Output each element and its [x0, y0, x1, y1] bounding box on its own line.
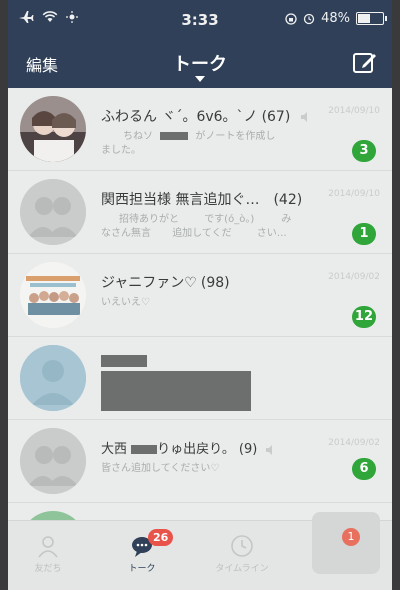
chat-name-text: 関西担当様 無言追加ぐ…	[101, 192, 260, 208]
unread-badge: 3	[352, 140, 376, 162]
member-count: (98)	[200, 275, 230, 291]
preview-text: です(ó_ò。)	[204, 214, 255, 225]
battery-percent: 48%	[321, 11, 350, 26]
default-group-avatar-icon	[20, 428, 86, 494]
chat-date: 2014/09/02	[328, 272, 380, 282]
member-count: (9)	[238, 442, 258, 457]
chat-name-text: りゅ出戻り。	[157, 442, 235, 457]
default-group-avatar-icon	[20, 179, 86, 245]
tab-talk[interactable]: トーク 26	[104, 529, 180, 574]
default-user-avatar-icon	[20, 345, 86, 411]
group-photo-avatar-icon	[20, 96, 86, 162]
group-photo-avatar-icon	[20, 262, 86, 328]
battery-icon	[356, 12, 387, 25]
avatar	[20, 428, 86, 494]
alarm-icon	[303, 13, 315, 24]
preview-text: み	[281, 214, 292, 225]
unread-badge: 12	[351, 306, 376, 328]
redacted-preview	[101, 371, 251, 411]
status-bar: 3:33 48%	[8, 0, 392, 40]
preview-text: 招待ありがと	[119, 214, 179, 225]
chat-row[interactable]: ふわるん ヾ´。6v6。`ノ (67) ちねソ がノートを作成し ました。 201…	[8, 88, 392, 171]
title-dropdown-caret-icon[interactable]	[195, 76, 205, 82]
preview-text: ました。	[101, 145, 141, 156]
chat-row[interactable]: ジャニファン♡ (98) いえいえ♡ 2014/09/02 12	[8, 254, 392, 337]
assistive-touch-button[interactable]: 1	[312, 512, 380, 574]
page-title[interactable]: トーク	[8, 50, 392, 76]
nav-bar: 編集 トーク	[8, 40, 392, 88]
avatar	[20, 345, 86, 411]
mute-icon	[266, 444, 273, 455]
chat-row[interactable]	[8, 337, 392, 420]
chat-date: 2014/09/10	[328, 106, 380, 116]
preview-text: さい…	[256, 228, 287, 239]
preview-text: 皆さん追加してください♡	[101, 463, 220, 474]
redacted-name	[101, 355, 147, 367]
chat-preview: いえいえ♡	[101, 296, 331, 310]
chat-preview: 招待ありがと です(ó_ò。) み なさん無言 追加してくだ さい…	[101, 213, 331, 241]
redacted-block	[160, 132, 189, 140]
mute-icon	[300, 112, 307, 122]
lock-rotation-icon	[285, 12, 297, 25]
chat-preview: 皆さん追加してください♡	[101, 462, 331, 476]
chat-name: ふわるん ヾ´。6v6。`ノ (67)	[101, 106, 311, 126]
person-icon	[38, 536, 58, 558]
chat-name: ジャニファン♡ (98)	[101, 272, 230, 292]
clock-icon	[231, 535, 253, 557]
unread-badge: 1	[352, 223, 376, 245]
avatar	[20, 96, 86, 162]
tab-label: 友だち	[34, 564, 62, 574]
preview-text: 追加してくだ	[172, 228, 232, 239]
chat-name-text: 大西	[101, 442, 128, 457]
tab-friends[interactable]: 友だち	[10, 533, 86, 574]
avatar	[20, 179, 86, 245]
unread-badge: 6	[352, 458, 376, 480]
chat-row[interactable]: 大西 りゅ出戻り。 (9) 皆さん追加してください♡ 2014/09/02 6	[8, 420, 392, 503]
status-right: 48%	[285, 11, 387, 26]
chat-name: 大西 りゅ出戻り。 (9)	[101, 438, 276, 457]
chat-preview: ちねソ がノートを作成し ました。	[101, 130, 331, 158]
chat-name-text: ジャニファン♡	[101, 275, 197, 291]
preview-text: がノートを作成し	[195, 131, 276, 142]
compose-icon[interactable]	[352, 50, 378, 76]
phone-screen: 3:33 48% 編集 トーク ふわるん ヾ´。6v6。`ノ (67) ちねソ …	[8, 0, 392, 590]
member-count: (42)	[273, 192, 303, 208]
avatar	[20, 511, 86, 520]
preview-text: ちねソ	[123, 131, 153, 142]
floating-badge: 1	[342, 528, 360, 546]
tab-timeline[interactable]: タイムライン	[204, 533, 280, 574]
chat-date: 2014/09/10	[328, 189, 380, 199]
preview-text: なさん無言	[101, 228, 151, 239]
chat-row[interactable]: 関西担当様 無言追加ぐ… (42) 招待ありがと です(ó_ò。) み なさん無言…	[8, 171, 392, 254]
preview-text: いえいえ♡	[101, 297, 150, 308]
member-count: (67)	[261, 109, 291, 125]
tab-unread-badge: 26	[148, 529, 174, 546]
avatar	[20, 262, 86, 328]
redacted-block	[131, 445, 158, 454]
tab-label: タイムライン	[215, 564, 269, 574]
chat-name: 関西担当様 無言追加ぐ… (42)	[101, 189, 302, 209]
chat-name-text: ふわるん ヾ´。6v6。`ノ	[101, 109, 258, 125]
battery-fill	[358, 14, 370, 23]
chat-list[interactable]: ふわるん ヾ´。6v6。`ノ (67) ちねソ がノートを作成し ました。 201…	[8, 88, 392, 520]
chat-date: 2014/09/02	[328, 438, 380, 448]
tab-label: トーク	[128, 564, 156, 574]
